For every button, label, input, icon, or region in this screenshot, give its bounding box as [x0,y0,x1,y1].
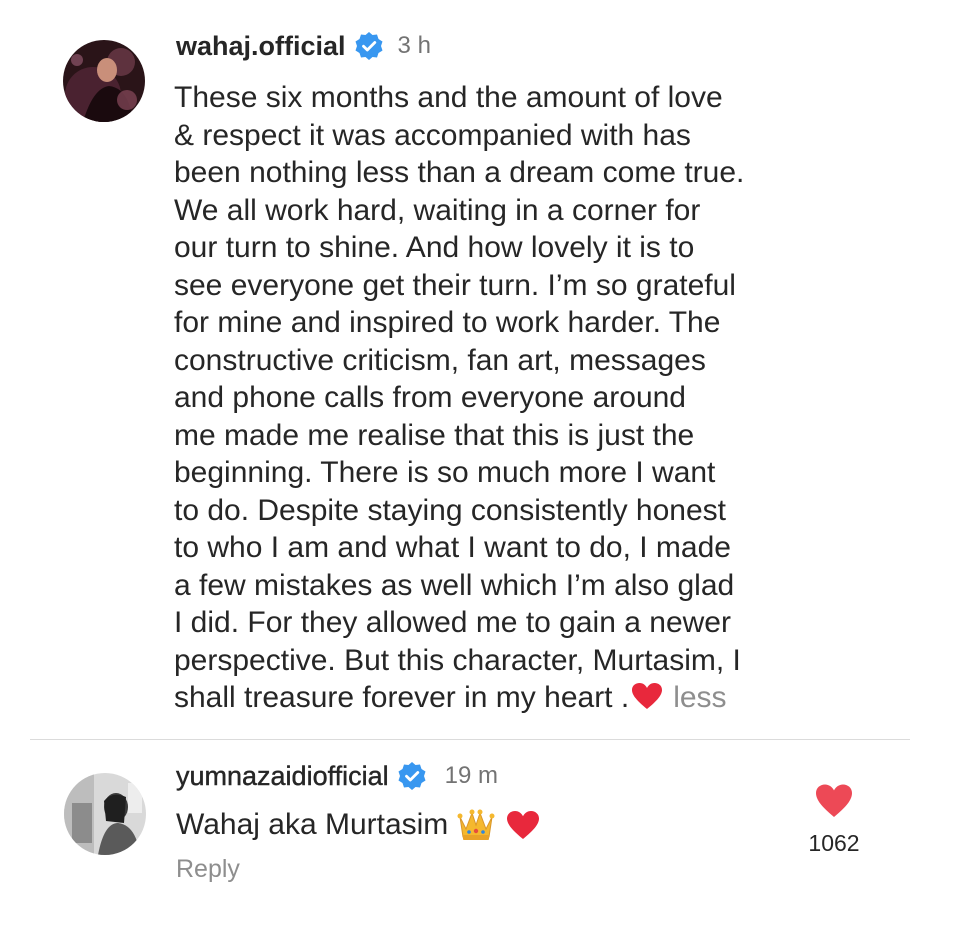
divider [30,739,910,740]
heart-emoji-icon [631,682,663,710]
post-caption: These six months and the amount of love … [174,79,814,717]
heart-icon [816,784,852,817]
caption-line: I did. For they allowed me to gain a new… [174,606,731,639]
comment-body: Wahaj aka Murtasim [176,808,449,841]
comment-timestamp: 19 m [444,762,498,789]
caption-line: These six months and the amount of love [174,81,723,114]
post-author-avatar[interactable] [63,40,145,122]
post-timestamp: 3 h [397,32,431,59]
post-header: wahaj.official 3 h [176,26,431,66]
caption-line: see everyone get their turn. I’m so grat… [174,268,736,302]
comment-author-avatar[interactable] [64,773,146,855]
caption-line: our turn to shine. And how lovely it is … [174,231,695,264]
caption-line: We all work hard, waiting in a corner fo… [174,193,701,227]
caption-last-line: shall treasure forever in my heart . less [174,679,814,717]
post-username[interactable]: wahaj.official [176,31,346,62]
caption-line: constructive criticism, fan art, message… [174,343,706,377]
comment-username[interactable]: yumnazaidiofficial [176,760,389,792]
heart-emoji-icon [506,810,540,840]
caption-line: beginning. There is so much more I want [174,456,716,489]
caption-line: and phone calls from everyone around [174,381,686,414]
caption-line-text: shall treasure forever in my heart . [174,681,630,714]
caption-line: to do. Despite staying consistently hone… [174,493,726,527]
reply-button[interactable]: Reply [176,855,240,884]
caption-line: to who I am and what I want to do, I mad… [174,531,731,564]
comment-header: yumnazaidiofficial 19 m [176,756,498,796]
crown-emoji-icon [456,807,496,843]
comment-text: Wahaj aka Murtasim [176,805,540,845]
less-link[interactable]: less [673,681,726,714]
caption-line: a few mistakes as well which I’m also gl… [174,568,735,602]
caption-line: for mine and inspired to work harder. Th… [174,306,721,339]
verified-badge-icon [354,31,384,61]
caption-line: perspective. But this character, Murtasi… [174,643,741,677]
like-button[interactable] [814,783,854,819]
caption-line: been nothing less than a dream come true… [174,156,745,189]
verified-badge-icon [397,761,427,791]
caption-line: & respect it was accompanied with has [174,118,691,152]
caption-line: me made me realise that this is just the [174,418,695,452]
like-count: 1062 [808,830,860,856]
